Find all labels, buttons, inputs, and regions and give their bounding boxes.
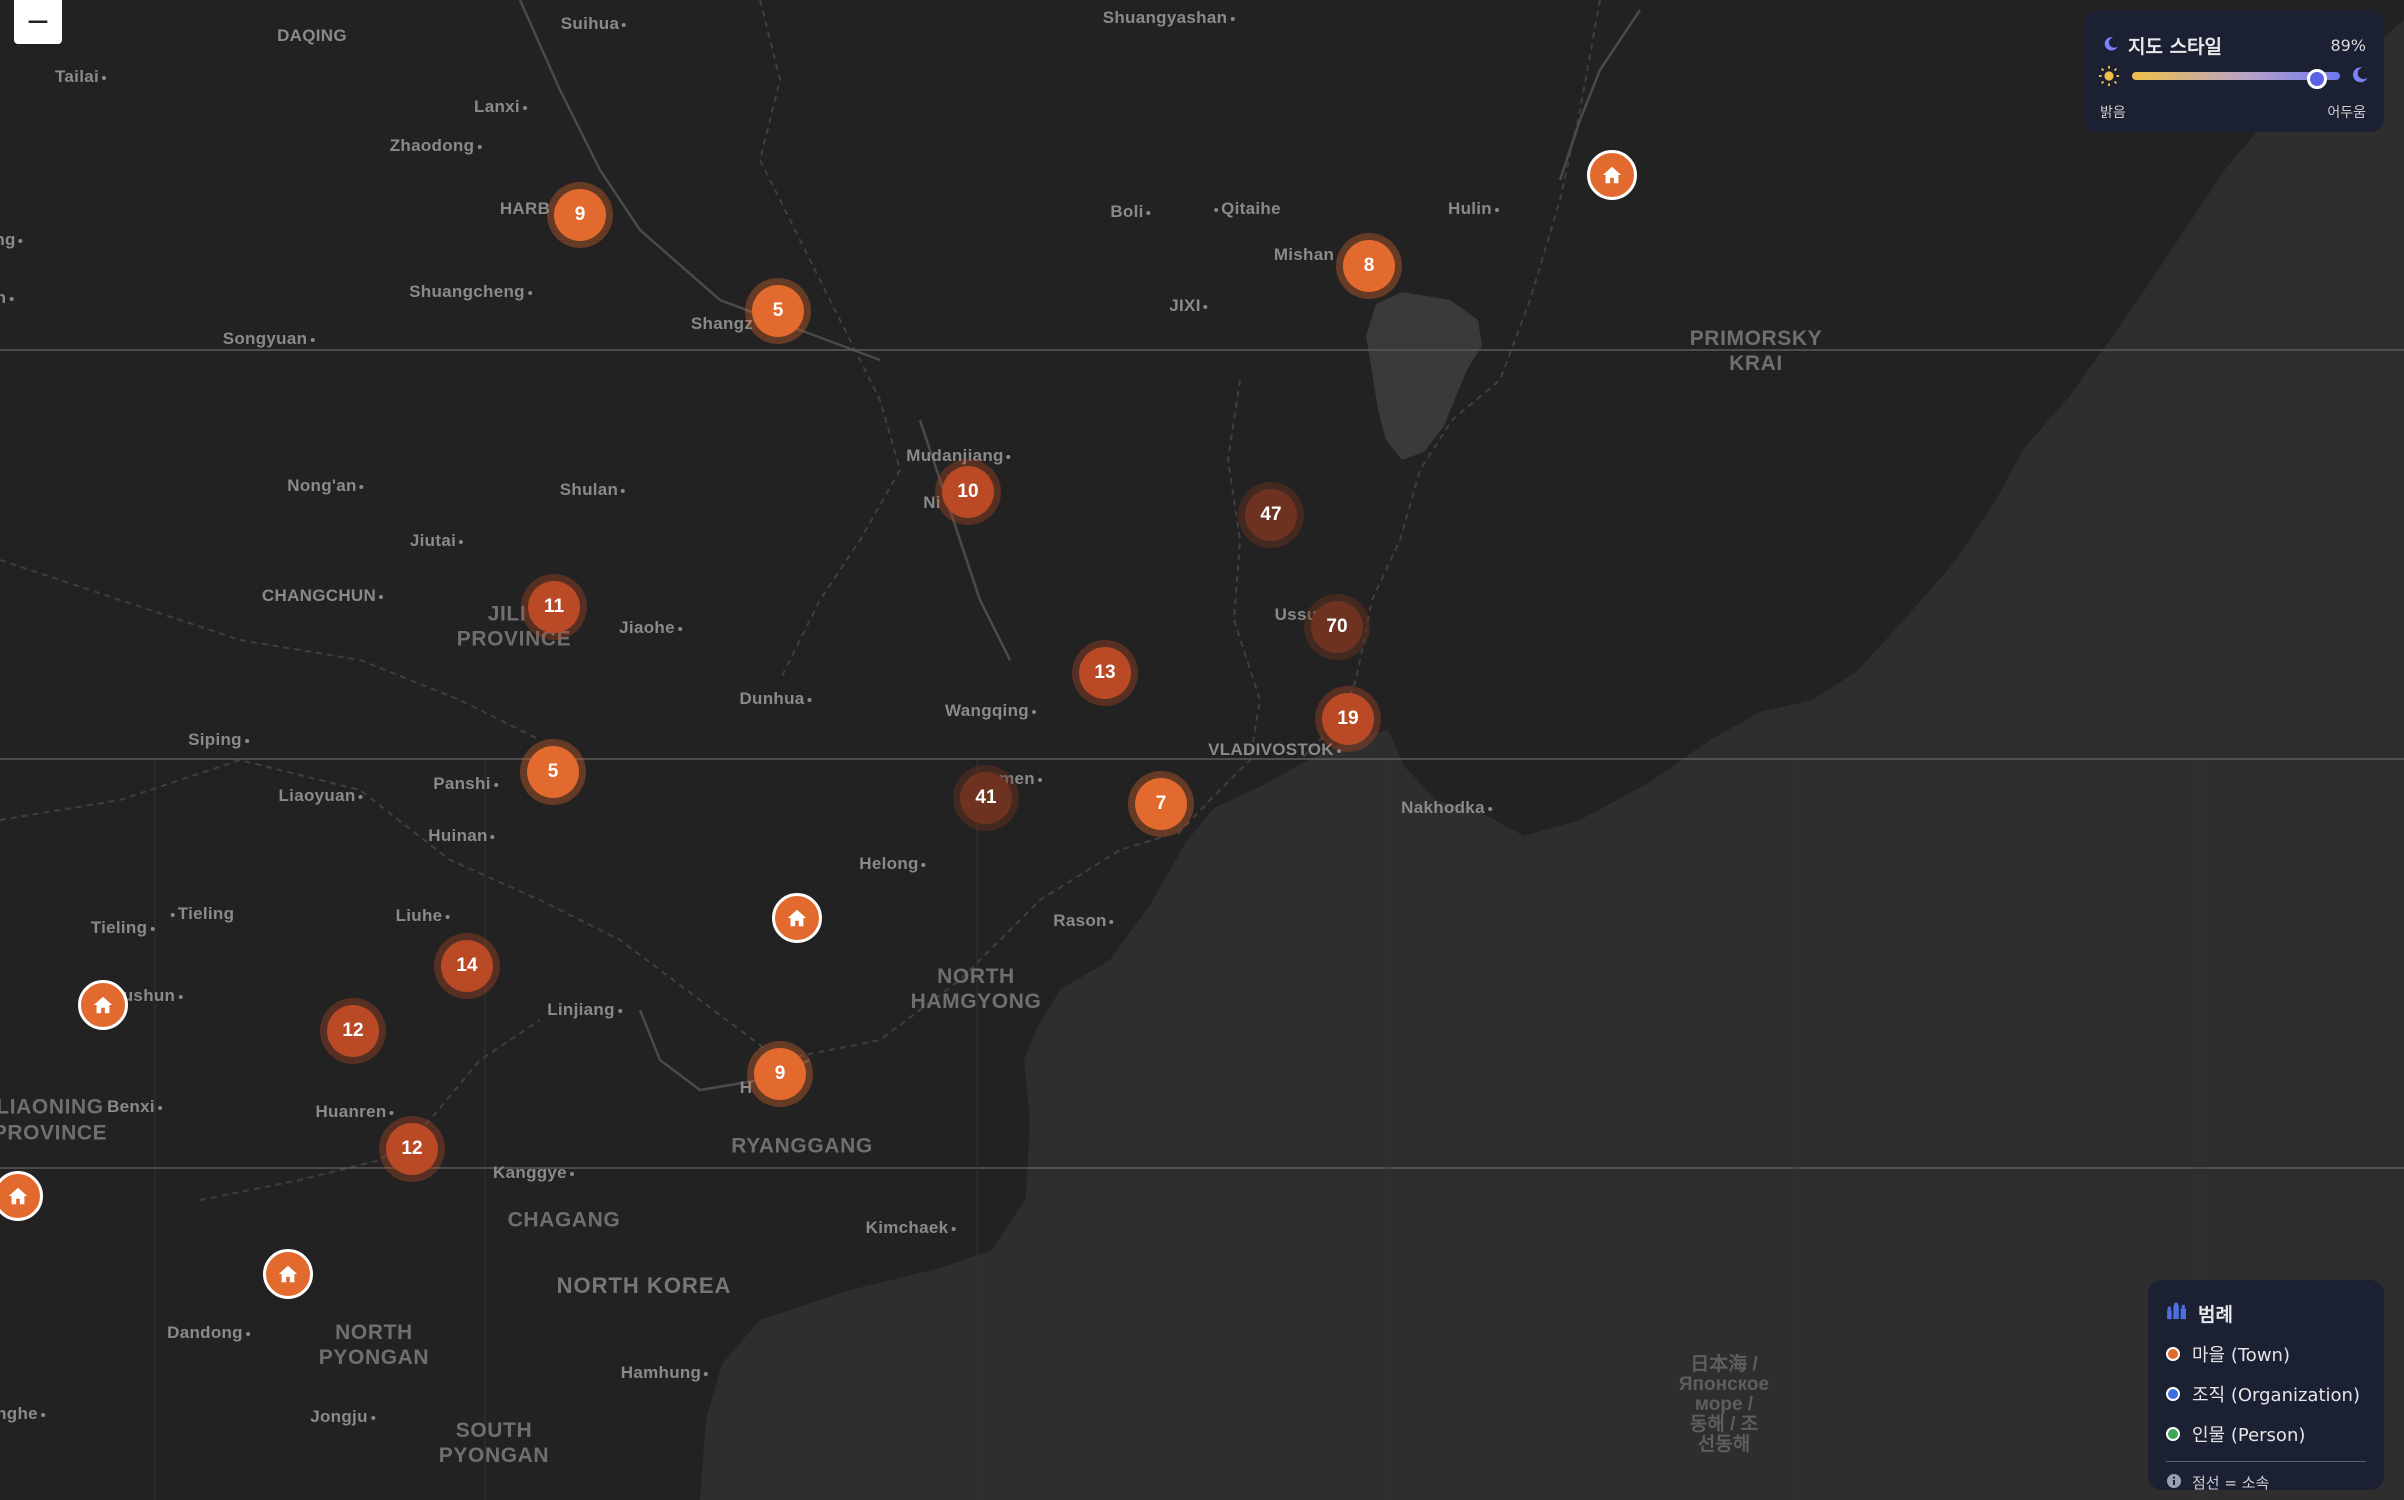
legend-label: 조직 (Organization) <box>2192 1385 2360 1406</box>
cluster-marker[interactable]: 5 <box>752 285 804 337</box>
home-icon <box>8 1187 28 1205</box>
cluster-marker[interactable]: 9 <box>754 1048 806 1100</box>
legend-note-text: 점선 = 소속 <box>2192 1474 2270 1492</box>
legend-item-person: 인물 (Person) <box>2166 1421 2366 1447</box>
cluster-marker[interactable]: 19 <box>1322 693 1374 745</box>
town-marker[interactable] <box>1587 150 1637 200</box>
cluster-marker[interactable]: 41 <box>960 772 1012 824</box>
home-icon <box>787 909 807 927</box>
cluster-marker[interactable]: 9 <box>554 189 606 241</box>
home-icon <box>1602 166 1622 184</box>
legend-item-organization: 조직 (Organization) <box>2166 1381 2366 1407</box>
legend-title: 범례 <box>2198 1304 2233 1326</box>
cluster-marker[interactable]: 8 <box>1343 240 1395 292</box>
info-icon <box>2166 1473 2182 1493</box>
zoom-out-button[interactable]: − <box>14 0 62 44</box>
cluster-marker[interactable]: 11 <box>528 581 580 633</box>
legend-item-town: 마을 (Town) <box>2166 1341 2366 1367</box>
legend-dot-organization <box>2166 1387 2180 1401</box>
style-slider-handle[interactable] <box>2307 69 2328 89</box>
style-panel-header: 지도 스타일 <box>2102 32 2222 59</box>
town-marker[interactable] <box>772 893 822 943</box>
cluster-marker[interactable]: 12 <box>386 1123 438 1175</box>
cluster-marker[interactable]: 14 <box>441 940 493 992</box>
cluster-marker[interactable]: 7 <box>1135 778 1187 830</box>
legend-note: 점선 = 소속 <box>2166 1472 2366 1493</box>
style-high-label: 어두움 <box>2327 105 2366 121</box>
legend-dot-town <box>2166 1347 2180 1361</box>
legend-divider <box>2166 1461 2366 1462</box>
cluster-marker[interactable]: 5 <box>527 746 579 798</box>
legend-label: 인물 (Person) <box>2192 1425 2306 1446</box>
style-percent: 89% <box>2330 36 2366 55</box>
legend-panel: 범례 마을 (Town) 조직 (Organization) 인물 (Perso… <box>2148 1280 2384 1493</box>
legend-header: 범례 <box>2166 1300 2366 1327</box>
map-canvas[interactable] <box>0 0 2404 1500</box>
cluster-marker[interactable]: 70 <box>1311 601 1363 653</box>
moon-icon <box>2102 35 2120 57</box>
style-low-label: 밝음 <box>2100 105 2126 121</box>
home-icon <box>278 1265 298 1283</box>
sun-icon <box>2098 65 2120 91</box>
cluster-marker[interactable]: 47 <box>1245 489 1297 541</box>
cluster-marker[interactable]: 10 <box>942 466 994 518</box>
cluster-marker[interactable]: 12 <box>327 1005 379 1057</box>
style-panel-title: 지도 스타일 <box>2128 36 2223 58</box>
home-icon <box>93 996 113 1014</box>
network-icon <box>2166 1302 2188 1325</box>
cluster-marker[interactable]: 13 <box>1079 647 1131 699</box>
town-marker[interactable] <box>263 1249 313 1299</box>
town-marker[interactable] <box>78 980 128 1030</box>
legend-label: 마을 (Town) <box>2192 1345 2290 1366</box>
moon-icon <box>2350 65 2370 89</box>
legend-dot-person <box>2166 1427 2180 1441</box>
map-style-panel: 지도 스타일 89% 밝음 어두움 <box>2084 10 2384 132</box>
